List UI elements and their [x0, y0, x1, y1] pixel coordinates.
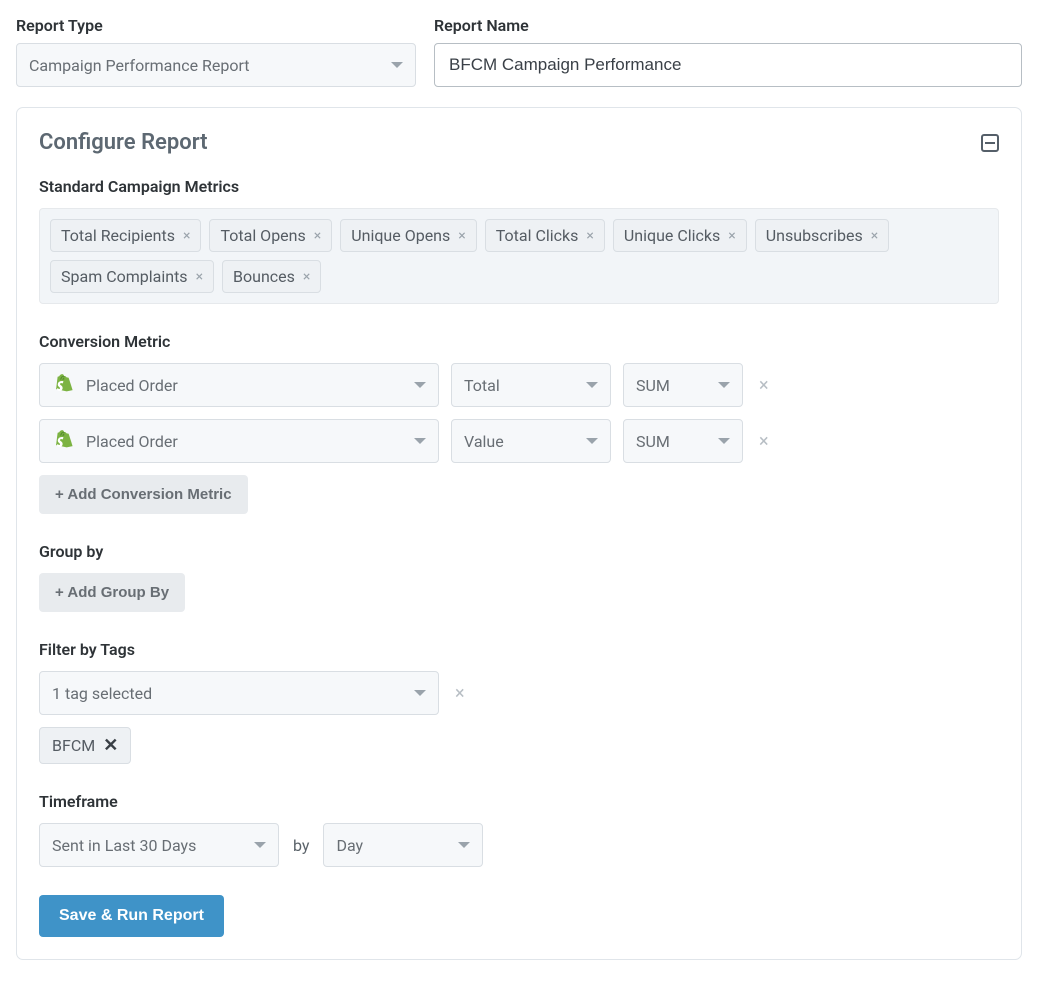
conversion-metric-label: Conversion Metric: [39, 332, 999, 351]
conversion-fn-select[interactable]: SUM: [623, 363, 743, 407]
remove-chip-icon[interactable]: ×: [458, 229, 465, 243]
timeframe-range-value: Sent in Last 30 Days: [52, 836, 196, 855]
metric-chip[interactable]: Unique Clicks ×: [613, 219, 747, 252]
remove-chip-icon[interactable]: ×: [871, 229, 878, 243]
remove-conversion-row-icon[interactable]: ×: [755, 431, 773, 452]
panel-title: Configure Report: [39, 130, 208, 155]
chevron-down-icon: [586, 382, 598, 388]
timeframe-granularity-select[interactable]: Day: [323, 823, 483, 867]
remove-filter-icon[interactable]: ×: [451, 683, 469, 704]
filter-tag-chip[interactable]: BFCM ✕: [39, 727, 131, 764]
standard-metrics-label: Standard Campaign Metrics: [39, 177, 999, 196]
timeframe-granularity-value: Day: [336, 836, 363, 855]
remove-chip-icon[interactable]: ×: [728, 229, 735, 243]
chevron-down-icon: [586, 438, 598, 444]
save-run-report-button[interactable]: Save & Run Report: [39, 895, 224, 937]
report-type-value: Campaign Performance Report: [29, 56, 250, 75]
metric-chip[interactable]: Total Recipients ×: [50, 219, 201, 252]
metric-chip[interactable]: Total Clicks ×: [485, 219, 605, 252]
add-group-by-button[interactable]: + Add Group By: [39, 573, 185, 612]
chip-label: Total Opens: [220, 226, 305, 245]
chevron-down-icon: [414, 382, 426, 388]
chip-label: Unique Opens: [351, 226, 450, 245]
conversion-metric-row: Placed Order Total SUM ×: [39, 363, 999, 407]
collapse-icon[interactable]: [981, 134, 999, 152]
remove-chip-icon[interactable]: ×: [314, 229, 321, 243]
filter-tag-label: BFCM: [52, 736, 95, 755]
filter-tags-select[interactable]: 1 tag selected: [39, 671, 439, 715]
chip-label: Spam Complaints: [61, 267, 188, 286]
metric-chip[interactable]: Total Opens ×: [209, 219, 332, 252]
chevron-down-icon: [718, 382, 730, 388]
chip-label: Total Recipients: [61, 226, 175, 245]
report-name-input[interactable]: [434, 43, 1022, 87]
metric-chip[interactable]: Bounces ×: [222, 260, 321, 293]
remove-chip-icon[interactable]: ×: [586, 229, 593, 243]
chip-label: Total Clicks: [496, 226, 579, 245]
conversion-metric-value: Placed Order: [86, 432, 178, 451]
chip-label: Bounces: [233, 267, 295, 286]
timeframe-range-select[interactable]: Sent in Last 30 Days: [39, 823, 279, 867]
filter-tags-value: 1 tag selected: [52, 684, 152, 703]
remove-chip-icon[interactable]: ×: [196, 270, 203, 284]
conversion-metric-select[interactable]: Placed Order: [39, 363, 439, 407]
conversion-agg-value: Value: [464, 432, 504, 451]
remove-chip-icon[interactable]: ×: [183, 229, 190, 243]
chevron-down-icon: [458, 842, 470, 848]
conversion-fn-value: SUM: [636, 376, 670, 395]
remove-chip-icon[interactable]: ×: [303, 270, 310, 284]
by-label: by: [293, 836, 309, 855]
configure-report-panel: Configure Report Standard Campaign Metri…: [16, 107, 1022, 960]
metric-chip[interactable]: Spam Complaints ×: [50, 260, 214, 293]
chip-label: Unsubscribes: [766, 226, 863, 245]
conversion-metric-select[interactable]: Placed Order: [39, 419, 439, 463]
report-type-label: Report Type: [16, 16, 416, 35]
group-by-label: Group by: [39, 542, 999, 561]
remove-conversion-row-icon[interactable]: ×: [755, 375, 773, 396]
timeframe-label: Timeframe: [39, 792, 999, 811]
chip-label: Unique Clicks: [624, 226, 720, 245]
add-conversion-metric-button[interactable]: + Add Conversion Metric: [39, 475, 248, 514]
chevron-down-icon: [254, 842, 266, 848]
conversion-agg-select[interactable]: Total: [451, 363, 611, 407]
remove-tag-icon[interactable]: ✕: [103, 735, 118, 756]
conversion-agg-select[interactable]: Value: [451, 419, 611, 463]
metric-chip[interactable]: Unique Opens ×: [340, 219, 477, 252]
chevron-down-icon: [718, 438, 730, 444]
report-type-select[interactable]: Campaign Performance Report: [16, 43, 416, 87]
filter-by-tags-label: Filter by Tags: [39, 640, 999, 659]
chevron-down-icon: [391, 62, 403, 68]
conversion-metric-row: Placed Order Value SUM ×: [39, 419, 999, 463]
conversion-fn-value: SUM: [636, 432, 670, 451]
chevron-down-icon: [414, 690, 426, 696]
conversion-metric-value: Placed Order: [86, 376, 178, 395]
standard-metrics-well[interactable]: Total Recipients×Total Opens×Unique Open…: [39, 208, 999, 304]
conversion-fn-select[interactable]: SUM: [623, 419, 743, 463]
conversion-agg-value: Total: [464, 376, 500, 395]
chevron-down-icon: [414, 438, 426, 444]
metric-chip[interactable]: Unsubscribes ×: [755, 219, 889, 252]
report-name-label: Report Name: [434, 16, 1022, 35]
